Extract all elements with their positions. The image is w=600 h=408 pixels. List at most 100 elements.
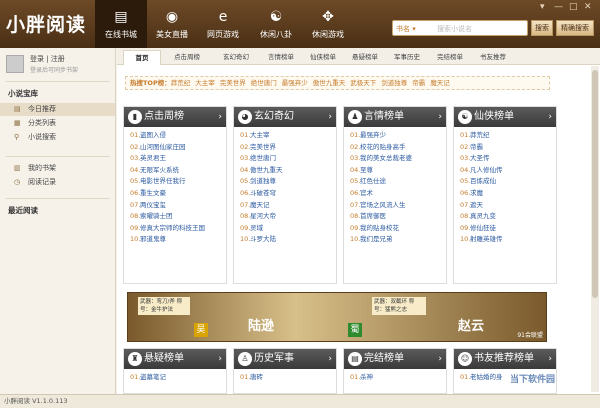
more-arrow-icon[interactable]: › xyxy=(218,349,222,369)
tab-1[interactable]: 首页 xyxy=(123,50,161,65)
nav-tab-3[interactable]: e 网页游戏 xyxy=(197,0,249,48)
list-item[interactable]: 03.我的美女总裁老婆 xyxy=(350,153,446,165)
sidebar-item-4[interactable]: ▥ 我的书架 xyxy=(0,162,115,175)
panel-header[interactable]: ☯ 仙侠榜单 › xyxy=(454,107,556,127)
more-arrow-icon[interactable]: › xyxy=(328,107,332,127)
hot-keyword[interactable]: 帝霸 xyxy=(412,79,425,87)
hot-keyword[interactable]: 傲世九重天 xyxy=(313,79,346,87)
list-item[interactable]: 07.两仪宝玺 xyxy=(130,200,226,212)
login-link[interactable]: 登录 | 注册 xyxy=(30,54,65,64)
list-item[interactable]: 07.官场之风流人生 xyxy=(350,200,446,212)
list-item[interactable]: 08.真灵九变 xyxy=(460,211,556,223)
tab-5[interactable]: 仙侠榜单 xyxy=(303,50,343,65)
tab-7[interactable]: 军事历史 xyxy=(387,50,427,65)
list-item[interactable]: 01.最强弃少 xyxy=(350,130,446,142)
list-item[interactable]: 06.官术 xyxy=(350,188,446,200)
tab-9[interactable]: 书友推荐 xyxy=(473,50,513,65)
maximize-icon[interactable]: □ xyxy=(569,2,578,12)
sidebar-item-2[interactable]: ▦ 分类列表 xyxy=(0,117,115,130)
search-category-select[interactable]: 书名 ▾ xyxy=(396,24,416,34)
list-item[interactable]: 06.求魔 xyxy=(460,188,556,200)
list-item[interactable]: 02.校花的贴身高手 xyxy=(350,142,446,154)
hot-keyword[interactable]: 魔天记 xyxy=(430,79,450,87)
list-item[interactable]: 10.邪道鬼尊 xyxy=(130,234,226,246)
nav-tab-5[interactable]: ✥ 休闲游戏 xyxy=(302,0,354,48)
list-item[interactable]: 09.修真大宗师的科技王国 xyxy=(130,223,226,235)
more-arrow-icon[interactable]: › xyxy=(328,349,332,369)
close-icon[interactable]: ✕ xyxy=(584,2,592,12)
tab-2[interactable]: 点击周榜 xyxy=(163,50,211,65)
panel-header[interactable]: ♙ 历史军事 › xyxy=(234,349,336,369)
hot-keyword[interactable]: 完美世界 xyxy=(220,79,246,87)
list-item[interactable]: 04.傲世九重天 xyxy=(240,165,336,177)
scrollbar[interactable] xyxy=(591,66,599,392)
list-item[interactable]: 02.完美世界 xyxy=(240,142,336,154)
list-item[interactable]: 04.无限军火系统 xyxy=(130,165,226,177)
hot-keyword[interactable]: 莽荒纪 xyxy=(171,79,191,87)
list-item[interactable]: 01.大主宰 xyxy=(240,130,336,142)
panel-header[interactable]: ♜ 悬疑榜单 › xyxy=(124,349,226,369)
more-arrow-icon[interactable]: › xyxy=(438,349,442,369)
search-button[interactable]: 搜索 xyxy=(531,20,553,36)
sidebar-item-5[interactable]: ◷ 阅读记录 xyxy=(0,176,115,189)
list-item[interactable]: 06.斗破苍穹 xyxy=(240,188,336,200)
list-item[interactable]: 09.我的贴身校花 xyxy=(350,223,446,235)
list-item[interactable]: 03.绝世唐门 xyxy=(240,153,336,165)
list-item[interactable]: 04.凡人修仙传 xyxy=(460,165,556,177)
nav-tab-1[interactable]: ▤ 在线书城 xyxy=(95,0,147,48)
list-item[interactable]: 08.索曜骑士团 xyxy=(130,211,226,223)
avatar[interactable] xyxy=(6,55,24,73)
tab-3[interactable]: 玄幻奇幻 xyxy=(213,50,259,65)
panel-header[interactable]: ▤ 完结榜单 › xyxy=(344,349,446,369)
list-item[interactable]: 07.魔天记 xyxy=(240,200,336,212)
sidebar-item-3[interactable]: ⚲ 小说搜索 xyxy=(0,131,115,144)
list-item[interactable]: 05.百炼成仙 xyxy=(460,176,556,188)
tab-6[interactable]: 悬疑榜单 xyxy=(345,50,385,65)
hot-keyword[interactable]: 最强弃少 xyxy=(282,79,308,87)
list-item[interactable]: 02.山河图仙家庄园 xyxy=(130,142,226,154)
nav-tab-2[interactable]: ◉ 美女直播 xyxy=(146,0,198,48)
tab-4[interactable]: 言情榜单 xyxy=(261,50,301,65)
list-item[interactable]: 07.遮天 xyxy=(460,200,556,212)
more-arrow-icon[interactable]: › xyxy=(218,107,222,127)
hot-keyword[interactable]: 武极天下 xyxy=(350,79,376,87)
list-item[interactable]: 05.剑道独尊 xyxy=(240,176,336,188)
menu-icon[interactable]: ▾ xyxy=(540,2,545,12)
hot-keyword[interactable]: 绝世唐门 xyxy=(251,79,277,87)
list-item[interactable]: 10.斗罗大陆 xyxy=(240,234,336,246)
list-item[interactable]: 10.我们是兄弟 xyxy=(350,234,446,246)
list-item[interactable]: 08.首席御医 xyxy=(350,211,446,223)
more-arrow-icon[interactable]: › xyxy=(438,107,442,127)
list-item[interactable]: 01.盗墓笔记 xyxy=(130,372,226,384)
game-banner[interactable]: 武器：弯刀/斧 称号：金牛护法 吴 陆逊 蜀 武器：双截环 称号：猛熊之志 赵云… xyxy=(127,292,547,342)
more-arrow-icon[interactable]: › xyxy=(548,349,552,369)
panel-header[interactable]: ☺ 书友推荐榜单 › xyxy=(454,349,556,369)
list-item[interactable]: 01.杀神 xyxy=(350,372,446,384)
panel-header[interactable]: ◕ 玄幻奇幻 › xyxy=(234,107,336,127)
list-item[interactable]: 06.重生文豪 xyxy=(130,188,226,200)
tab-8[interactable]: 完结榜单 xyxy=(429,50,471,65)
list-item[interactable]: 08.星河大帝 xyxy=(240,211,336,223)
panel-header[interactable]: ♟ 言情榜单 › xyxy=(344,107,446,127)
hot-keyword[interactable]: 大主宰 xyxy=(195,79,215,87)
search-input[interactable]: 搜索小说名 xyxy=(437,24,472,34)
precise-search-button[interactable]: 精确搜索 xyxy=(556,20,594,36)
list-item[interactable]: 05.红色仕途 xyxy=(350,176,446,188)
list-item[interactable]: 05.电影世界任我行 xyxy=(130,176,226,188)
list-item[interactable]: 01.盗图入侵 xyxy=(130,130,226,142)
list-item[interactable]: 09.修仙狂徒 xyxy=(460,223,556,235)
scroll-thumb[interactable] xyxy=(592,70,598,298)
list-item[interactable]: 10.射雕英雄传 xyxy=(460,234,556,246)
list-item[interactable]: 03.英灵君王 xyxy=(130,153,226,165)
list-item[interactable]: 09.灵域 xyxy=(240,223,336,235)
list-item[interactable]: 04.至尊 xyxy=(350,165,446,177)
search-box[interactable]: 书名 ▾ 搜索小说名 xyxy=(392,20,528,36)
list-item[interactable]: 03.大圣传 xyxy=(460,153,556,165)
sidebar-item-1[interactable]: ▤ 今日推荐 xyxy=(0,103,115,116)
panel-header[interactable]: ▮ 点击周榜 › xyxy=(124,107,226,127)
hot-keyword[interactable]: 剑道独尊 xyxy=(381,79,407,87)
list-item[interactable]: 01.唐砖 xyxy=(240,372,336,384)
more-arrow-icon[interactable]: › xyxy=(548,107,552,127)
minimize-icon[interactable]: — xyxy=(554,2,563,12)
list-item[interactable]: 01.莽荒纪 xyxy=(460,130,556,142)
